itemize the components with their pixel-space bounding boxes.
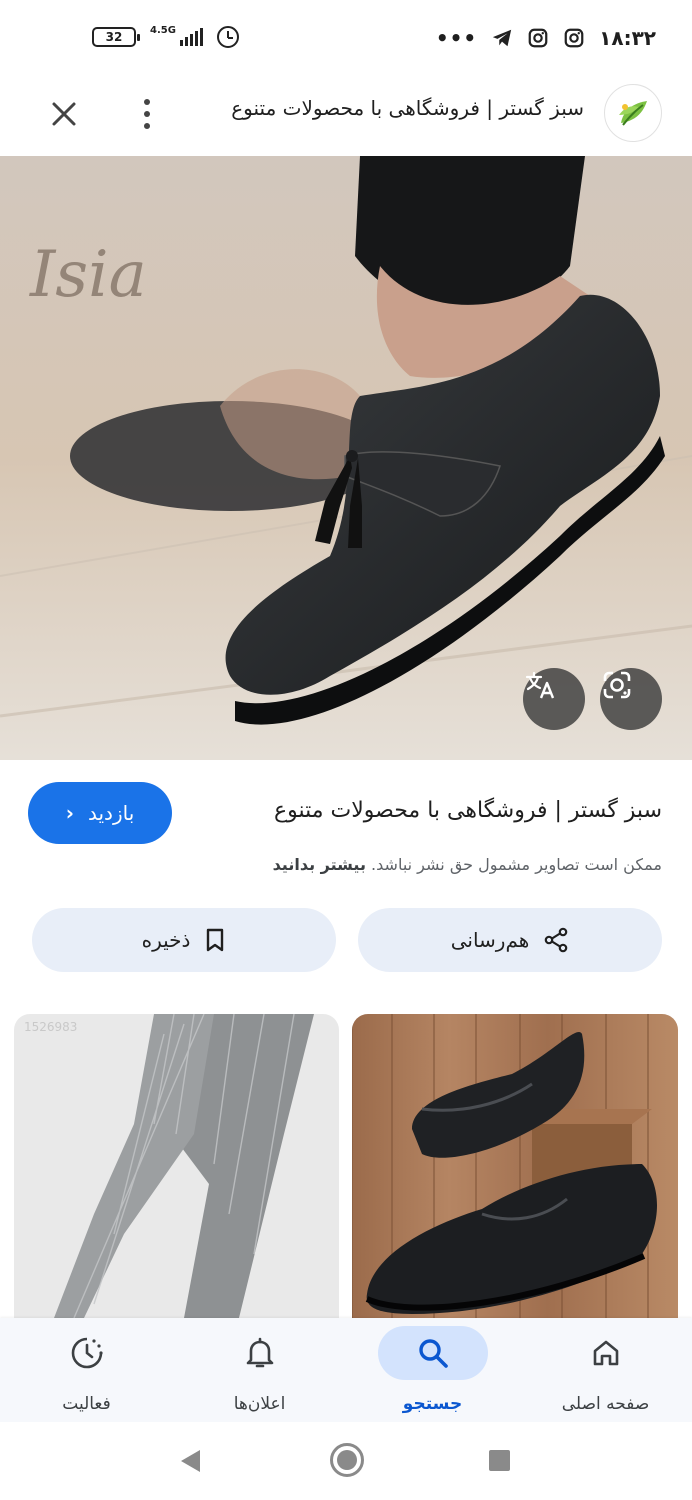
home-circle-icon [337, 1450, 357, 1470]
signal-icon [179, 28, 203, 46]
more-options-button[interactable] [132, 92, 162, 136]
more-vert-icon [144, 99, 150, 105]
clock: ۱۸:۳۲ [599, 26, 656, 50]
save-button[interactable]: ذخیره [32, 908, 336, 972]
nav-home[interactable]: صفحه اصلی [519, 1318, 692, 1422]
chevron-left-icon: ‹ [65, 801, 74, 825]
visit-label: بازدید [87, 801, 135, 825]
close-icon [52, 102, 76, 126]
translate-icon [525, 671, 555, 699]
home-icon [593, 1340, 618, 1366]
recents-button[interactable] [489, 1450, 510, 1471]
related-image-pants[interactable]: 1526983 [14, 1014, 339, 1318]
network-type: 4.5G [150, 25, 176, 36]
nav-activity-label: فعالیت [62, 1394, 111, 1414]
home-button[interactable] [330, 1443, 364, 1477]
alarm-icon [216, 26, 239, 48]
system-navigation-bar [0, 1422, 692, 1500]
share-label: هم‌رسانی [450, 928, 530, 952]
share-icon [545, 927, 568, 953]
save-label: ذخیره [141, 928, 191, 952]
shoes-photo [352, 1014, 657, 1318]
close-button[interactable] [42, 92, 86, 136]
battery-indicator: 32 [92, 27, 140, 47]
nav-notifications-label: اعلان‌ها [233, 1394, 286, 1414]
pants-photo [54, 1014, 314, 1318]
visit-button[interactable]: بازدید ‹ [28, 782, 172, 844]
copyright-text: ممکن است تصاویر مشمول حق نشر نباشد. [371, 855, 662, 874]
copyright-note: ممکن است تصاویر مشمول حق نشر نباشد. بیشت… [273, 855, 662, 874]
bottom-navigation: صفحه اصلی جستجو اعلان‌ها [0, 1318, 692, 1422]
leaf-logo-icon [619, 101, 647, 126]
page-title: سبز گستر | فروشگاهی با محصولات متنوع [231, 96, 584, 120]
watermark: Isia [29, 238, 147, 312]
lens-button[interactable] [600, 668, 662, 730]
hero-image[interactable]: Isia [0, 156, 692, 760]
search-icon [418, 1339, 448, 1368]
nav-search[interactable]: جستجو [346, 1318, 519, 1422]
telegram-icon [493, 29, 512, 47]
activity-icon [71, 1337, 103, 1369]
status-left: 32 4.5G [92, 26, 239, 48]
back-icon[interactable] [178, 1448, 202, 1474]
nav-search-label: جستجو [402, 1394, 463, 1414]
instagram-icon [528, 28, 548, 48]
bell-icon [246, 1337, 273, 1368]
lens-icon [603, 671, 631, 699]
shoe-photo: Isia [0, 156, 692, 760]
site-favicon[interactable] [604, 84, 662, 142]
overflow-notifications: ••• [435, 26, 478, 50]
bookmark-icon [207, 928, 224, 952]
learn-more-link[interactable]: بیشتر بدانید [273, 855, 366, 874]
status-bar: 32 4.5G ••• ۱۸:۳۲ [0, 0, 692, 78]
share-button[interactable]: هم‌رسانی [358, 908, 662, 972]
result-title: سبز گستر | فروشگاهی با محصولات متنوع [273, 798, 662, 823]
top-app-bar: سبز گستر | فروشگاهی با محصولات متنوع [0, 78, 692, 156]
image-id-watermark: 1526983 [24, 1020, 78, 1034]
related-image-shoes[interactable] [352, 1014, 678, 1318]
nav-notifications[interactable]: اعلان‌ها [173, 1318, 346, 1422]
nav-activity[interactable]: فعالیت [0, 1318, 173, 1422]
status-right: ••• ۱۸:۳۲ [436, 26, 656, 50]
instagram-icon [564, 28, 584, 48]
nav-home-label: صفحه اصلی [561, 1394, 650, 1414]
translate-button[interactable] [523, 668, 585, 730]
